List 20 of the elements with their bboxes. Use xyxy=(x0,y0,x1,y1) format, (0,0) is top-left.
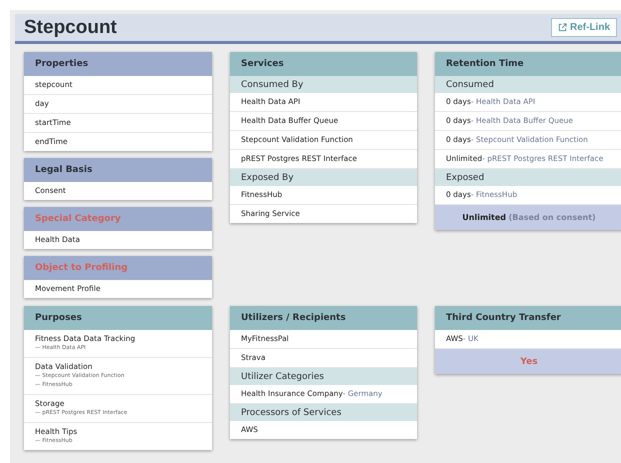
card-title: Legal Basis xyxy=(35,165,92,175)
transfer-status: Yes xyxy=(520,356,538,366)
section-heading: Consumed xyxy=(435,76,621,93)
summary-text: Unlimited (Based on consent) xyxy=(462,213,596,222)
card-title: Third Country Transfer xyxy=(446,313,561,323)
card-title: Retention Time xyxy=(446,59,524,69)
section-heading: Exposed xyxy=(435,169,621,186)
card-title: Utilizers / Recipients xyxy=(241,313,346,323)
page-title: Stepcount xyxy=(24,16,117,38)
external-link-icon xyxy=(558,23,567,32)
card-title: Services xyxy=(241,59,284,69)
section-heading: Consumed By xyxy=(230,76,417,93)
card-title: Properties xyxy=(35,59,88,69)
section-heading: Exposed By xyxy=(230,169,417,186)
card-title: Special Category xyxy=(35,214,121,224)
section-heading: Processors of Services xyxy=(230,404,417,421)
card-title: Purposes xyxy=(35,313,82,323)
card-title: Object to Profiling xyxy=(35,263,128,273)
section-heading: Utilizer Categories xyxy=(230,368,417,385)
ref-link-button[interactable]: Ref-Link xyxy=(551,18,617,37)
